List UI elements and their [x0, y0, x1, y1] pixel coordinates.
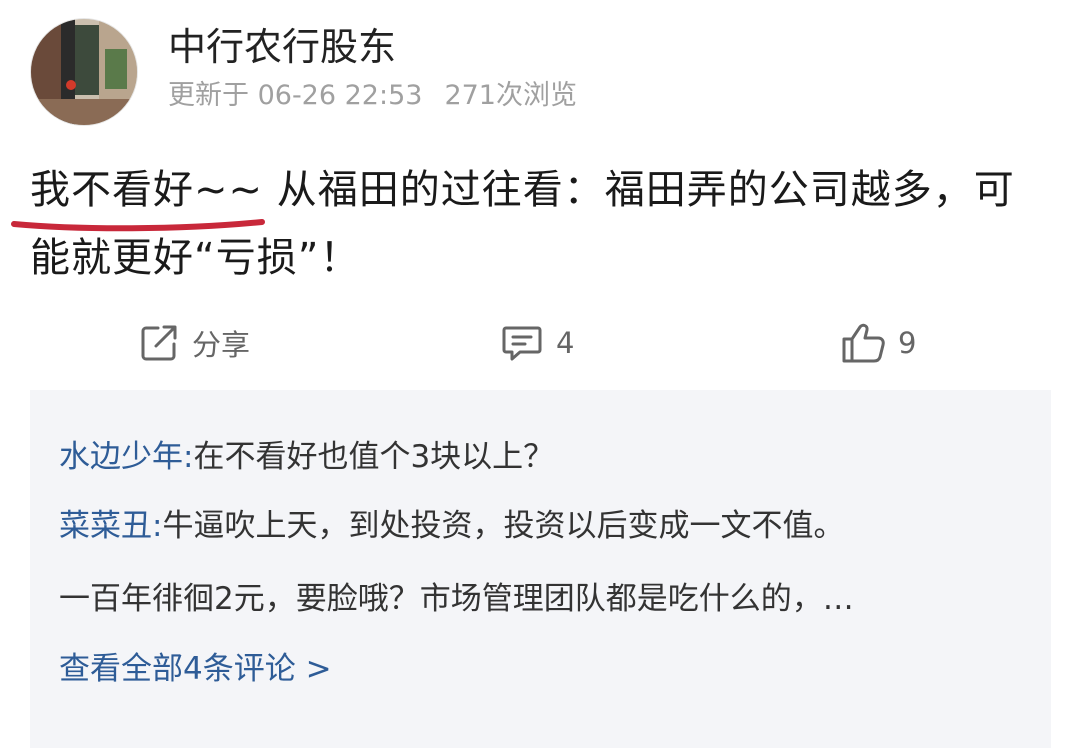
comment-continuation: 一百年徘徊2元，要脸哦？市场管理团队都是吃什么的，… [59, 581, 854, 617]
avatar-photo [31, 19, 137, 125]
action-bar: 分享 4 9 [0, 318, 1080, 368]
comment-separator: : [152, 508, 163, 544]
share-icon [141, 325, 177, 361]
comment-item[interactable]: 菜菜丑:牛逼吹上天，到处投资，投资以后变成一文不值。 [59, 504, 844, 548]
comment-item[interactable]: 水边少年:在不看好也值个3块以上？ [59, 435, 554, 479]
view-all-comments-link[interactable]: 查看全部4条评论 > [59, 647, 332, 691]
comment-text: 牛逼吹上天，到处投资，投资以后变成一文不值。 [162, 508, 845, 544]
comment-button[interactable]: 4 [500, 318, 574, 368]
comments-panel: 水边少年:在不看好也值个3块以上？ 菜菜丑:牛逼吹上天，到处投资，投资以后变成一… [30, 390, 1051, 748]
post-meta: 更新于 06-26 22:53 271次浏览 [168, 78, 577, 114]
comment-text: 在不看好也值个3块以上？ [193, 439, 555, 475]
like-count: 9 [898, 326, 917, 360]
comment-separator: : [183, 439, 194, 475]
avatar[interactable] [30, 18, 138, 126]
view-count: 271次浏览 [444, 80, 577, 111]
author-name[interactable]: 中行农行股东 [168, 22, 396, 72]
comment-user[interactable]: 水边少年 [59, 439, 183, 475]
share-label: 分享 [192, 328, 251, 362]
comment-count: 4 [556, 326, 575, 360]
comment-user[interactable]: 菜菜丑 [59, 508, 152, 544]
share-button[interactable]: 分享 [138, 318, 250, 368]
like-button[interactable]: 9 [840, 318, 916, 368]
red-underline-annotation [11, 219, 265, 232]
updated-time: 更新于 06-26 22:53 [168, 80, 423, 111]
comment-icon [502, 326, 542, 361]
thumbs-up-icon [842, 323, 885, 363]
